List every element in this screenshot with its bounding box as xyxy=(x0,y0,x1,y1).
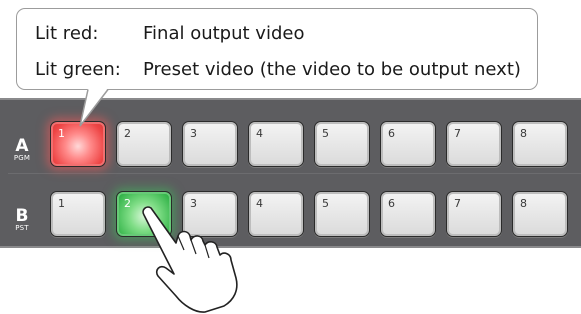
row-letter-b: B xyxy=(15,206,29,226)
button-b-1-label: 1 xyxy=(58,197,65,210)
row-label-b: B PST xyxy=(0,208,44,233)
row-sub-a: PGM xyxy=(13,154,31,162)
button-a-4-label: 4 xyxy=(256,127,263,140)
button-b-7[interactable]: 7 xyxy=(446,191,502,237)
legend-key-red: Lit red: xyxy=(35,23,99,44)
button-b-2[interactable]: 2 xyxy=(116,191,172,237)
legend-text-red: Final output video xyxy=(143,23,305,44)
button-b-8-label: 8 xyxy=(520,197,527,210)
button-a-8-label: 8 xyxy=(520,127,527,140)
button-a-2-label: 2 xyxy=(124,127,131,140)
button-a-6[interactable]: 6 xyxy=(380,121,436,167)
row-divider xyxy=(8,173,581,174)
button-b-4[interactable]: 4 xyxy=(248,191,304,237)
button-a-4[interactable]: 4 xyxy=(248,121,304,167)
legend-row-red: Lit red: Final output video xyxy=(35,23,304,45)
button-a-7[interactable]: 7 xyxy=(446,121,502,167)
row-label-a: A PGM xyxy=(0,138,44,163)
button-a-5-label: 5 xyxy=(322,127,329,140)
button-b-4-label: 4 xyxy=(256,197,263,210)
button-b-8[interactable]: 8 xyxy=(512,191,568,237)
button-b-6-label: 6 xyxy=(388,197,395,210)
button-b-7-label: 7 xyxy=(454,197,461,210)
button-a-6-label: 6 xyxy=(388,127,395,140)
button-a-2[interactable]: 2 xyxy=(116,121,172,167)
button-a-3-label: 3 xyxy=(190,127,197,140)
button-b-5-label: 5 xyxy=(322,197,329,210)
switcher-panel: A PGM B PST 1 2 3 4 5 6 7 8 1 2 3 4 5 6 … xyxy=(0,98,581,248)
legend-key-green: Lit green: xyxy=(35,59,121,80)
row-letter-a: A xyxy=(15,136,29,156)
button-b-3-label: 3 xyxy=(190,197,197,210)
button-b-2-label: 2 xyxy=(124,197,131,210)
button-a-8[interactable]: 8 xyxy=(512,121,568,167)
button-a-5[interactable]: 5 xyxy=(314,121,370,167)
row-sub-b: PST xyxy=(15,224,29,232)
button-a-1[interactable]: 1 xyxy=(50,121,106,167)
legend-row-green: Lit green: Preset video (the video to be … xyxy=(35,59,521,81)
legend-text-green: Preset video (the video to be output nex… xyxy=(143,59,521,80)
button-b-3[interactable]: 3 xyxy=(182,191,238,237)
button-a-1-label: 1 xyxy=(58,127,65,140)
button-b-1[interactable]: 1 xyxy=(50,191,106,237)
legend-callout: Lit red: Final output video Lit green: Pre… xyxy=(16,8,538,90)
button-a-3[interactable]: 3 xyxy=(182,121,238,167)
button-a-7-label: 7 xyxy=(454,127,461,140)
button-b-6[interactable]: 6 xyxy=(380,191,436,237)
button-b-5[interactable]: 5 xyxy=(314,191,370,237)
